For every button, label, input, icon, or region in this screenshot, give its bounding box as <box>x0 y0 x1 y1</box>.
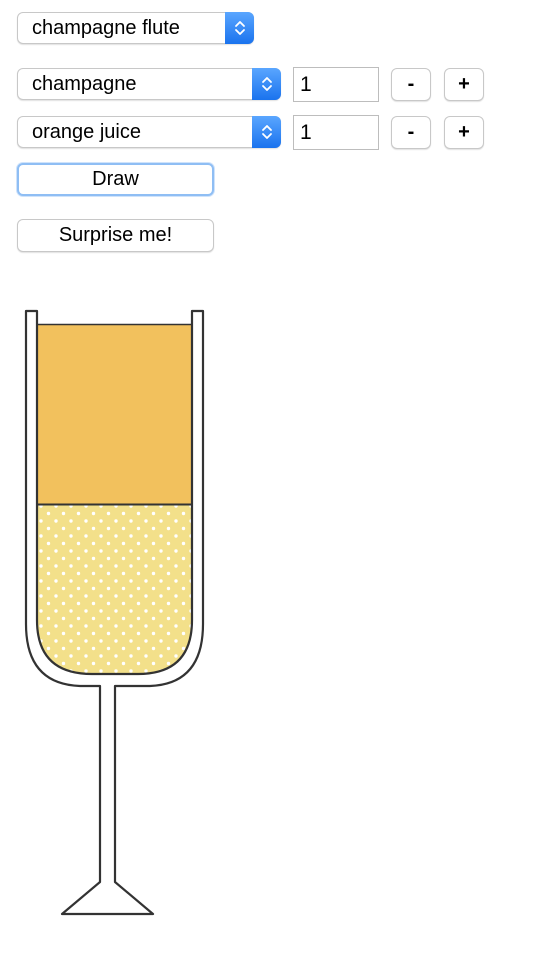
liquid-layers <box>37 325 192 674</box>
champagne-layer <box>37 505 192 674</box>
drink-canvas <box>24 309 205 916</box>
orange-juice-layer <box>37 325 192 505</box>
